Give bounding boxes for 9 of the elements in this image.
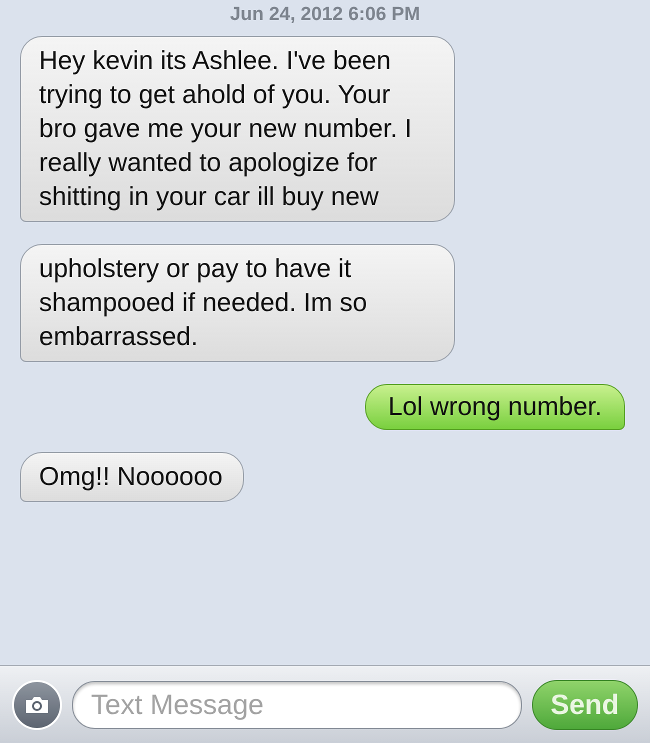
camera-icon — [24, 694, 50, 714]
message-bubble: upholstery or pay to have it shampooed if needed. Im so embarrassed. — [20, 244, 455, 362]
send-button[interactable]: Send — [532, 680, 638, 730]
message-input-field[interactable]: Text Message — [72, 680, 522, 728]
message-bubble: Hey kevin its Ashlee. I've been trying to get ahold of you. Your bro gave me your new number. I really wanted to apologize for shitting in your car ill buy new — [20, 36, 455, 222]
camera-button[interactable] — [12, 680, 62, 730]
message-bubble: Lol wrong number. — [365, 384, 625, 430]
message-bubble: Omg!! Noooooo — [20, 452, 244, 502]
timestamp: Jun 24, 2012 6:06 PM — [230, 4, 420, 26]
